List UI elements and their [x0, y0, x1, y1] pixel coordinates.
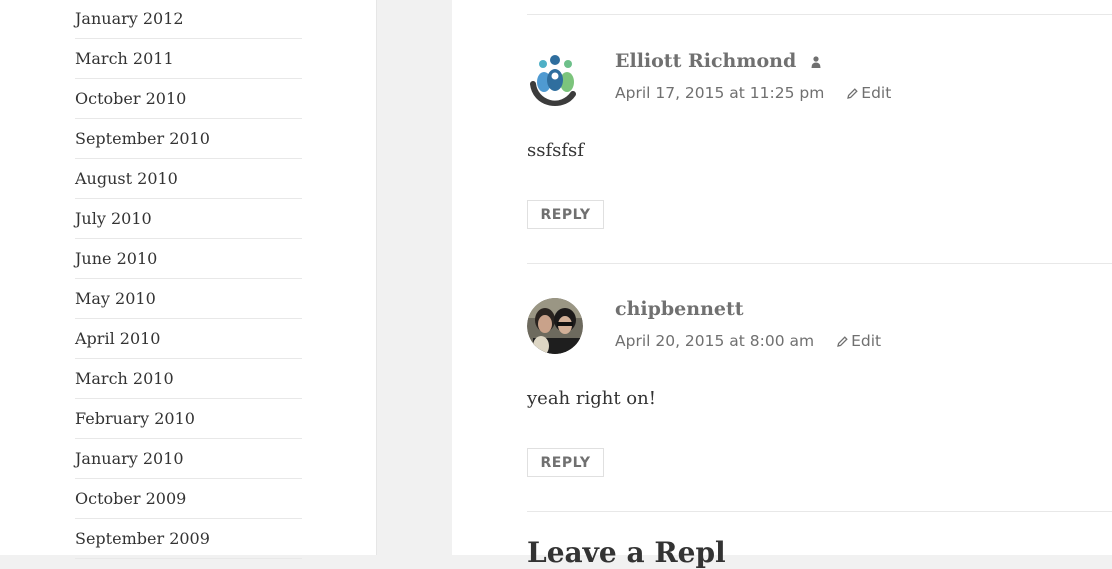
author-avatar[interactable]	[527, 298, 583, 354]
comment-date[interactable]: April 17, 2015 at 11:25 pm	[615, 84, 824, 102]
author-name[interactable]: Elliott Richmond	[615, 50, 796, 72]
post-author-icon	[811, 51, 821, 73]
archive-link[interactable]: February 2010	[75, 409, 195, 428]
archive-link[interactable]: April 2010	[75, 329, 160, 348]
archive-link[interactable]: September 2009	[75, 529, 210, 548]
archive-item[interactable]: January 2012	[75, 0, 302, 39]
archive-link[interactable]: January 2012	[75, 9, 184, 28]
main-content: Elliott Richmond April 17, 2015 at 11:25…	[452, 0, 1112, 569]
comment-author: chipbennett	[615, 298, 744, 320]
archive-item[interactable]: September 2009	[75, 519, 302, 559]
archive-item[interactable]: July 2010	[75, 199, 302, 239]
archive-item[interactable]: May 2010	[75, 279, 302, 319]
comment-author: Elliott Richmond	[615, 50, 821, 73]
archive-item[interactable]: October 2010	[75, 79, 302, 119]
archive-item[interactable]: January 2010	[75, 439, 302, 479]
divider	[527, 14, 1112, 15]
comment-meta: April 20, 2015 at 8:00 am Edit	[615, 332, 881, 350]
archive-link[interactable]: September 2010	[75, 129, 210, 148]
divider	[527, 263, 1112, 264]
edit-link[interactable]: Edit	[837, 332, 881, 350]
author-avatar[interactable]	[527, 50, 583, 106]
archive-link[interactable]: May 2010	[75, 289, 156, 308]
sidebar: January 2012 March 2011 October 2010 Sep…	[0, 0, 377, 559]
archive-item[interactable]: February 2010	[75, 399, 302, 439]
author-name[interactable]: chipbennett	[615, 298, 744, 320]
archive-item[interactable]: September 2010	[75, 119, 302, 159]
archive-link[interactable]: October 2009	[75, 489, 186, 508]
archive-item[interactable]: October 2009	[75, 479, 302, 519]
edit-label[interactable]: Edit	[861, 84, 891, 102]
archive-link[interactable]: January 2010	[75, 449, 184, 468]
archives-list: January 2012 March 2011 October 2010 Sep…	[75, 0, 302, 559]
reply-button[interactable]: REPLY	[527, 448, 604, 477]
comment-date[interactable]: April 20, 2015 at 8:00 am	[615, 332, 814, 350]
archive-link[interactable]: July 2010	[75, 209, 152, 228]
edit-label[interactable]: Edit	[851, 332, 881, 350]
archive-item[interactable]: June 2010	[75, 239, 302, 279]
pencil-icon	[837, 336, 848, 347]
reply-button[interactable]: REPLY	[527, 200, 604, 229]
pencil-icon	[847, 88, 859, 99]
archive-item[interactable]: April 2010	[75, 319, 302, 359]
archive-link[interactable]: August 2010	[75, 169, 178, 188]
archive-link[interactable]: March 2011	[75, 49, 174, 68]
archive-link[interactable]: October 2010	[75, 89, 186, 108]
archive-item[interactable]: August 2010	[75, 159, 302, 199]
comment-text: yeah right on!	[527, 388, 656, 409]
edit-link[interactable]: Edit	[847, 84, 891, 102]
comment-meta: April 17, 2015 at 11:25 pm Edit	[615, 84, 891, 102]
archive-item[interactable]: March 2010	[75, 359, 302, 399]
archive-link[interactable]: June 2010	[75, 249, 157, 268]
archive-item[interactable]: March 2011	[75, 39, 302, 79]
archive-link[interactable]: March 2010	[75, 369, 174, 388]
leave-reply-heading: Leave a Repl	[527, 536, 726, 569]
divider	[527, 511, 1112, 512]
comment-text: ssfsfsf	[527, 140, 584, 161]
